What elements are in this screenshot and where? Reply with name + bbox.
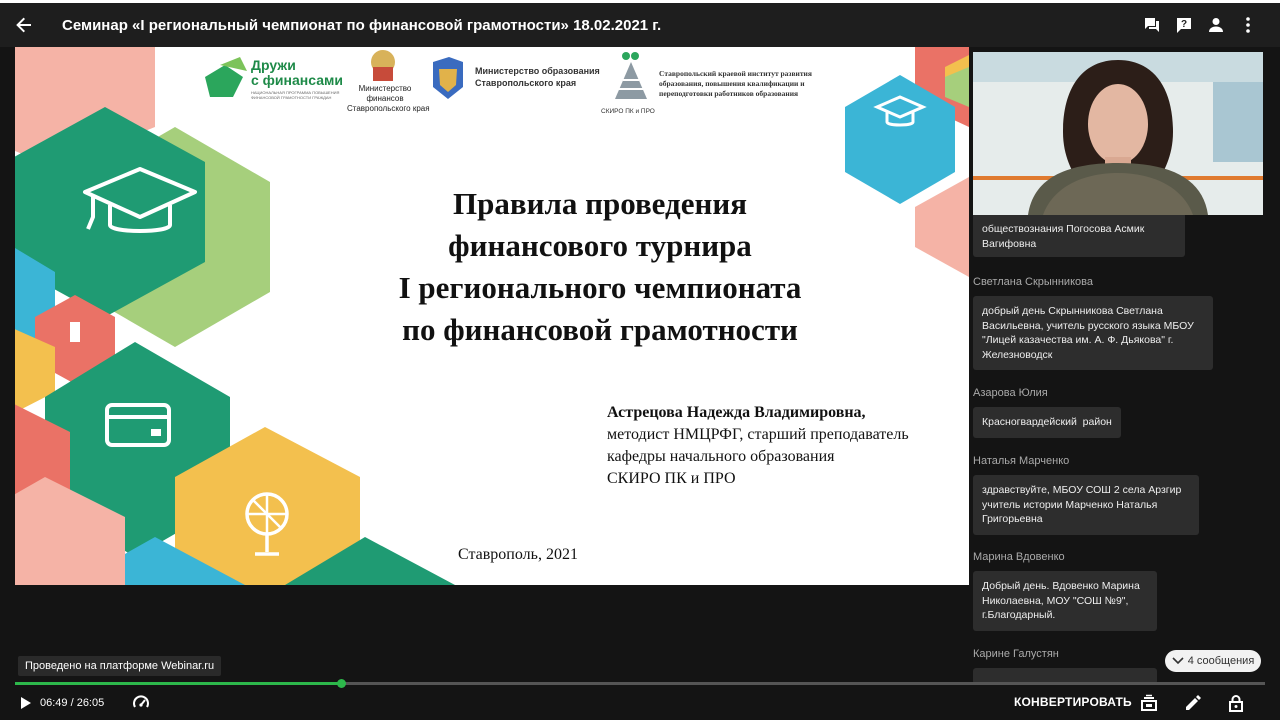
chat-icon[interactable] [1140, 13, 1164, 37]
slide-title: Правила проведения финансового турнира I… [305, 183, 895, 351]
edit-icon[interactable] [1181, 691, 1205, 715]
chat-bubble: здравствуйте, МБОУ СОШ 2 села Арзгир учи… [973, 475, 1199, 535]
progress-bar[interactable] [15, 679, 1265, 688]
chat-bubble: Красногвардейский район [973, 407, 1121, 438]
chat-bubble-partial: обществознания Погосова Асмик Вагифовна [973, 215, 1185, 257]
time-display: 06:49 / 26:05 [40, 697, 105, 709]
progress-fill [15, 682, 342, 685]
back-arrow-icon[interactable] [0, 3, 48, 47]
page-title: Семинар «I региональный чемпионат по фин… [62, 16, 662, 34]
more-vert-icon[interactable] [1236, 13, 1260, 37]
new-messages-button[interactable]: 4 сообщения [1165, 650, 1261, 672]
skiro-abbr-text: СКИРО ПК и ПРО [601, 108, 655, 115]
skiro-logo-text: Ставропольский краевой институт развития… [659, 69, 812, 98]
city-year: Ставрополь, 2021 [458, 546, 578, 563]
convert-button[interactable]: КОНВЕРТИРОВАТЬ [1014, 695, 1132, 709]
lock-icon[interactable] [1224, 691, 1248, 715]
chat-author: Марина Вдовенко [973, 551, 1065, 563]
minobr-logo-text: Министерство образования Ставропольского… [475, 66, 600, 88]
speaker-video [973, 52, 1263, 215]
title-bar: Семинар «I региональный чемпионат по фин… [0, 3, 1280, 47]
help-icon[interactable]: ? [1172, 13, 1196, 37]
speed-icon[interactable] [130, 692, 152, 714]
chat-author: Наталья Марченко [973, 455, 1070, 467]
author-line: методист НМЦРФГ, старший преподаватель [607, 426, 909, 443]
chat-panel[interactable]: обществознания Погосова Асмик Вагифовна … [973, 215, 1263, 682]
slide-title-line: I регионального чемпионата [398, 270, 802, 305]
author-line: СКИРО ПК и ПРО [607, 470, 736, 487]
author-line: кафедры начального образования [607, 448, 835, 465]
chat-author: Светлана Скрынникова [973, 276, 1093, 288]
person-icon[interactable] [1204, 13, 1228, 37]
druzhi-logo-text: Дружи с финансами [251, 57, 343, 88]
slide-title-line: финансового турнира [448, 228, 752, 263]
chat-bubble: добрый день Скрынникова Светлана Василье… [973, 296, 1213, 370]
presentation-slide: Дружи с финансами НАЦИОНАЛЬНАЯ ПРОГРАММА… [15, 47, 969, 585]
svg-text:?: ? [1181, 19, 1187, 30]
chat-bubble: Добрый день. Вдовенко Марина Николаевна,… [973, 571, 1157, 631]
druzhi-logo-subtext: НАЦИОНАЛЬНАЯ ПРОГРАММА ПОВЫШЕНИЯ ФИНАНСО… [251, 90, 340, 100]
chat-author: Азарова Юлия [973, 387, 1048, 399]
play-icon[interactable] [16, 693, 36, 713]
player-controls: 06:49 / 26:05 КОНВЕРТИРОВАТЬ [0, 686, 1280, 720]
new-messages-label: 4 сообщения [1187, 655, 1255, 667]
author-block: Астрецова Надежда Владимировна, методист… [607, 402, 909, 490]
slide-title-line: по финансовой грамотности [402, 312, 798, 347]
slide-title-line: Правила проведения [453, 186, 747, 221]
chevron-down-icon [1172, 657, 1184, 665]
platform-label: Проведено на платформе Webinar.ru [18, 656, 222, 676]
layout-icon[interactable] [1137, 691, 1161, 715]
author-name: Астрецова Надежда Владимировна, [607, 404, 866, 421]
minfin-logo-text: Министерство финансов Ставропольского кр… [347, 84, 430, 113]
chat-bubble-partial [973, 668, 1157, 682]
